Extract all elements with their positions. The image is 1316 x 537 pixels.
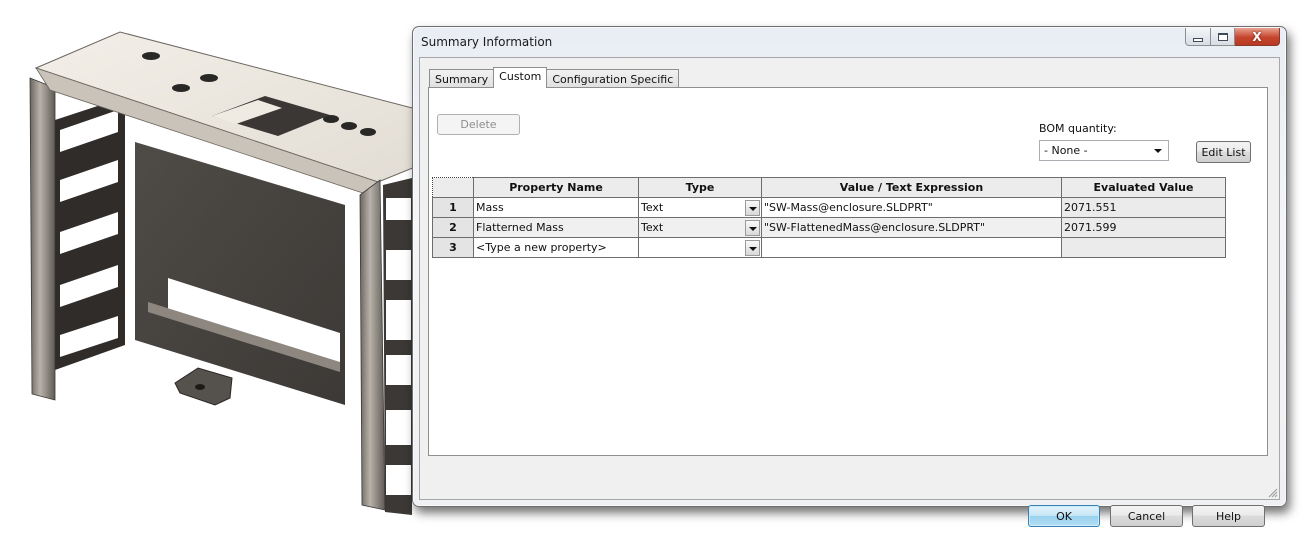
dialog-title: Summary Information <box>421 35 553 49</box>
type-cell[interactable]: Text <box>638 197 762 218</box>
delete-button[interactable]: Delete <box>437 114 520 135</box>
edit-list-button[interactable]: Edit List <box>1196 141 1251 163</box>
enclosure-3d-model <box>29 31 420 515</box>
minimize-button[interactable] <box>1185 28 1211 46</box>
summary-information-dialog: Summary Information X Summary Custom Con… <box>412 26 1287 527</box>
cancel-button[interactable]: Cancel <box>1110 505 1183 527</box>
column-header-type[interactable]: Type <box>638 177 762 198</box>
row-number[interactable]: 1 <box>432 197 474 218</box>
property-name-cell[interactable]: Mass <box>473 197 639 218</box>
type-value: Text <box>641 201 664 214</box>
tab-summary[interactable]: Summary <box>429 69 495 88</box>
value-expression-cell[interactable]: "SW-Mass@enclosure.SLDPRT" <box>761 197 1062 218</box>
dialog-client-area: Summary Custom Configuration Specific De… <box>419 57 1280 527</box>
property-name-cell[interactable]: Flatterned Mass <box>473 217 639 238</box>
table-row: 3 <Type a new property> <box>432 237 1226 258</box>
minimize-icon <box>1193 37 1203 42</box>
type-dropdown-button[interactable] <box>745 240 760 256</box>
window-controls: X <box>1185 28 1280 46</box>
type-cell[interactable] <box>638 237 762 258</box>
bom-quantity-select[interactable]: - None - <box>1039 140 1169 161</box>
chevron-down-icon <box>1154 149 1162 153</box>
custom-tab-panel: Delete BOM quantity: - None - Edit List … <box>428 87 1268 456</box>
value-expression-cell[interactable] <box>761 237 1062 258</box>
custom-properties-grid: Property Name Type Value / Text Expressi… <box>432 177 1226 258</box>
type-dropdown-button[interactable] <box>745 200 760 216</box>
close-button[interactable]: X <box>1235 28 1280 46</box>
column-header-evaluated-value[interactable]: Evaluated Value <box>1061 177 1226 198</box>
type-dropdown-button[interactable] <box>745 220 760 236</box>
tab-strip: Summary Custom Configuration Specific <box>429 67 680 88</box>
resize-grip-icon[interactable] <box>1266 486 1278 498</box>
tab-configuration-specific[interactable]: Configuration Specific <box>546 69 680 88</box>
value-expression-cell[interactable]: "SW-FlattenedMass@enclosure.SLDPRT" <box>761 217 1062 238</box>
ok-button[interactable]: OK <box>1028 505 1100 527</box>
tab-custom[interactable]: Custom <box>493 67 548 88</box>
new-property-cell[interactable]: <Type a new property> <box>473 237 639 258</box>
column-header-value[interactable]: Value / Text Expression <box>761 177 1062 198</box>
evaluated-value-cell: 2071.551 <box>1061 197 1226 218</box>
type-value: Text <box>641 221 664 234</box>
help-button[interactable]: Help <box>1192 505 1265 527</box>
row-number[interactable]: 2 <box>432 217 474 238</box>
close-icon: X <box>1252 29 1262 44</box>
table-row: 1 Mass Text "SW-Mass@enclosure.SLDPRT" 2… <box>432 197 1226 218</box>
grid-corner-cell[interactable] <box>432 177 474 198</box>
type-cell[interactable]: Text <box>638 217 762 238</box>
maximize-icon <box>1217 32 1228 41</box>
bom-quantity-value: - None - <box>1044 144 1088 157</box>
bom-quantity-label: BOM quantity: <box>1039 122 1117 135</box>
evaluated-value-cell: 2071.599 <box>1061 217 1226 238</box>
column-header-property-name[interactable]: Property Name <box>473 177 639 198</box>
grid-header-row: Property Name Type Value / Text Expressi… <box>432 177 1226 198</box>
maximize-button[interactable] <box>1211 28 1235 46</box>
table-row: 2 Flatterned Mass Text "SW-FlattenedMass… <box>432 217 1226 238</box>
row-number[interactable]: 3 <box>432 237 474 258</box>
evaluated-value-cell <box>1061 237 1226 258</box>
